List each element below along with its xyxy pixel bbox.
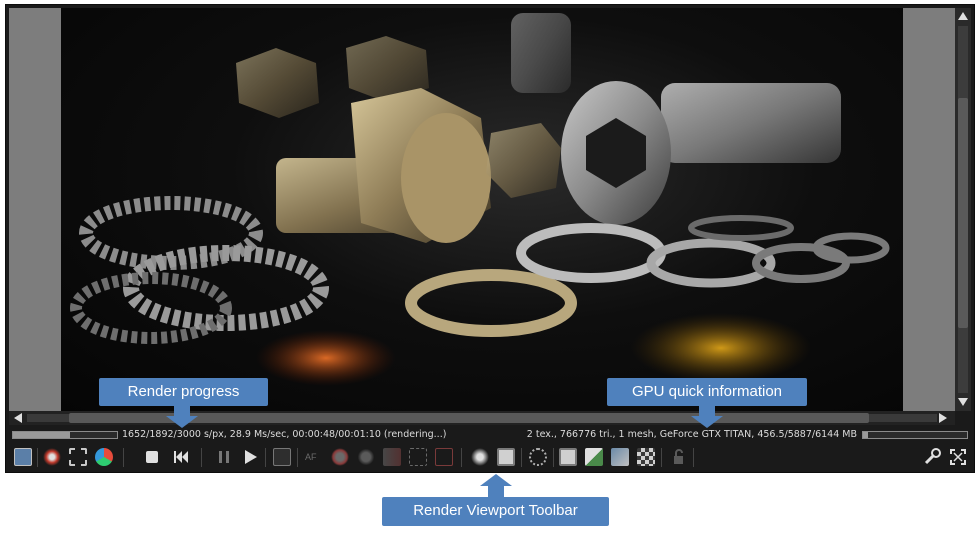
wrench-icon[interactable] — [923, 448, 941, 466]
camera-view-icon[interactable] — [471, 448, 489, 466]
render-progress-callout: Render progress — [99, 378, 268, 406]
stop-render-icon[interactable] — [146, 451, 158, 463]
toolbar-separator — [553, 448, 554, 467]
start-render-icon[interactable] — [241, 448, 259, 466]
material-focus-icon[interactable] — [357, 448, 375, 466]
toolbar-separator — [661, 448, 662, 467]
toolbar-separator — [265, 448, 266, 467]
render-progress-callout-arrow — [166, 406, 198, 428]
material-picker-icon[interactable] — [95, 448, 113, 466]
render-image — [61, 8, 903, 411]
toolbar-separator — [521, 448, 522, 467]
gpu-memory-bar — [862, 431, 968, 439]
aperture-focus-icon[interactable]: AF — [305, 448, 323, 466]
render-viewport-toolbar: AF — [9, 445, 971, 470]
lock-icon[interactable] — [669, 448, 687, 466]
toolbar-separator — [37, 448, 38, 467]
fullscreen-icon[interactable] — [949, 448, 967, 466]
render-stats-text: 1652/1892/3000 s/px, 28.9 Ms/sec, 00:00:… — [122, 429, 447, 440]
export-layers-icon[interactable] — [585, 448, 603, 466]
subsampling-icon[interactable] — [559, 448, 577, 466]
gpu-info-callout-arrow — [691, 406, 723, 428]
scroll-up-arrow-icon[interactable] — [958, 12, 968, 20]
save-render-icon[interactable] — [14, 448, 32, 466]
scroll-right-arrow-icon[interactable] — [939, 413, 947, 423]
clay-mode-icon[interactable] — [529, 448, 547, 466]
network-render-icon[interactable] — [611, 448, 629, 466]
render-viewport[interactable] — [9, 8, 955, 411]
render-priority-icon[interactable] — [435, 448, 453, 466]
gpu-memory-fill — [863, 432, 869, 438]
pause-render-icon[interactable] — [215, 448, 233, 466]
render-progress-fill — [13, 432, 71, 438]
status-bar: 1652/1892/3000 s/px, 28.9 Ms/sec, 00:00:… — [9, 427, 971, 443]
viewport-settings-icon[interactable] — [273, 448, 291, 466]
horizontal-scrollbar[interactable] — [9, 411, 955, 425]
toolbar-separator — [297, 448, 298, 467]
scroll-down-arrow-icon[interactable] — [958, 398, 968, 406]
checker-icon[interactable] — [637, 448, 655, 466]
toolbar-separator — [123, 448, 124, 467]
display-mode-icon[interactable] — [497, 448, 515, 466]
vertical-scroll-thumb[interactable] — [958, 98, 968, 328]
render-toolbar-callout: Render Viewport Toolbar — [382, 497, 609, 526]
object-picker-icon[interactable] — [409, 448, 427, 466]
gpu-info-text: 2 tex., 766776 tri., 1 mesh, GeForce GTX… — [526, 429, 857, 440]
render-toolbar-callout-arrow — [480, 474, 512, 498]
region-render-icon[interactable] — [69, 448, 87, 466]
vertical-scrollbar[interactable] — [955, 8, 971, 411]
gpu-info-callout: GPU quick information — [607, 378, 807, 406]
reset-camera-icon[interactable] — [43, 448, 61, 466]
toolbar-separator — [693, 448, 694, 467]
rendered-scene — [70, 13, 890, 386]
white-balance-icon[interactable] — [331, 448, 349, 466]
toolbar-separator — [461, 448, 462, 467]
toolbar-separator — [201, 448, 202, 467]
render-progress-bar — [12, 431, 118, 439]
restart-render-icon[interactable] — [172, 448, 190, 466]
scroll-left-arrow-icon[interactable] — [14, 413, 22, 423]
film-region-icon[interactable] — [383, 448, 401, 466]
